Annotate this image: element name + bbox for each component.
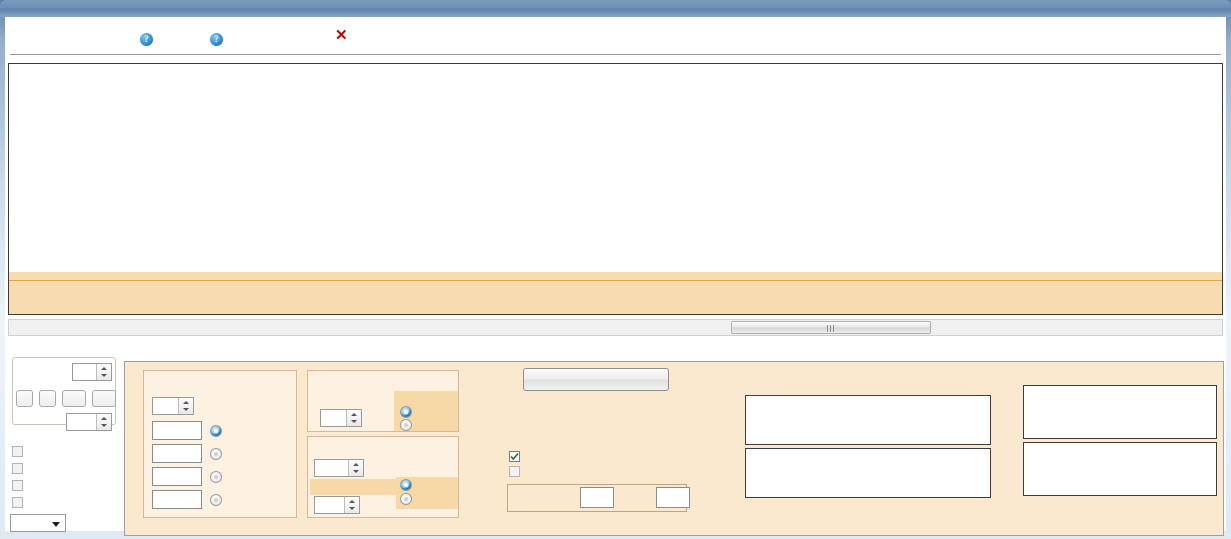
chevron-down-icon[interactable] xyxy=(52,522,60,527)
radio-just-after-d[interactable] xyxy=(210,448,222,460)
light-curve-plot[interactable] xyxy=(8,63,1223,315)
spinner-arrows-icon[interactable] xyxy=(96,364,111,380)
menu-bar: ? ? ✕ xyxy=(10,20,1221,55)
check-mark-icon xyxy=(510,452,519,461)
region-value-just-before-d[interactable] xyxy=(152,421,202,440)
axis-line xyxy=(9,280,1222,281)
radio-just-before-d[interactable] xyxy=(210,425,222,437)
uncertainty-histogram-r[interactable] xyxy=(1023,442,1217,496)
tab-panel-analyse-event xyxy=(124,361,1224,536)
scrollbar-grip-icon xyxy=(827,325,835,332)
checkbox-icon[interactable] xyxy=(509,451,520,462)
monte-carlo-trials-spinner[interactable] xyxy=(314,459,364,477)
noise-applied-highlight xyxy=(310,479,396,495)
checkbox-show-measurement-means[interactable] xyxy=(509,466,525,479)
checkbox-icon[interactable] xyxy=(12,497,23,508)
checkbox-show-cross-correlation[interactable] xyxy=(509,451,525,464)
num-transitions-spinner[interactable] xyxy=(320,409,362,427)
scroll-right-arrow-icon[interactable] xyxy=(1205,320,1221,335)
plot-canvas[interactable] xyxy=(9,64,1222,272)
checkbox-comparison-star-1[interactable] xyxy=(12,446,28,459)
close-x-icon: ✕ xyxy=(335,27,348,44)
region-value-just-after-r[interactable] xyxy=(152,490,202,509)
scale-btn-10[interactable] xyxy=(62,390,86,407)
scale-btn-5[interactable] xyxy=(39,390,56,407)
radio-variance[interactable] xyxy=(400,406,412,418)
std-dev-limit-spinner[interactable] xyxy=(314,496,360,514)
menu-hints-and-tips[interactable]: ? xyxy=(210,28,227,46)
spinner-arrows-icon[interactable] xyxy=(344,497,359,513)
checkbox-background[interactable] xyxy=(12,497,28,510)
checkbox-comparison-star-3[interactable] xyxy=(12,480,28,493)
radio-test-signal[interactable] xyxy=(400,479,412,491)
chi-histogram-r[interactable] xyxy=(745,448,991,498)
radio-just-before-r[interactable] xyxy=(210,471,222,483)
title-bar xyxy=(0,0,1231,17)
menu-exit[interactable]: ✕ xyxy=(335,26,353,44)
plot-horizontal-scrollbar[interactable] xyxy=(8,319,1223,336)
analysis-tab-control xyxy=(124,340,1224,536)
checkbox-icon[interactable] xyxy=(509,466,520,477)
plot-scale-panel xyxy=(8,340,120,536)
checkbox-icon[interactable] xyxy=(12,463,23,474)
scrollbar-thumb[interactable] xyxy=(731,321,931,334)
checkbox-icon[interactable] xyxy=(12,446,23,457)
tab-strip xyxy=(124,340,1224,361)
get-event-locations-button[interactable] xyxy=(523,368,669,391)
spinner-arrows-icon[interactable] xyxy=(96,414,111,430)
region-value-just-after-d[interactable] xyxy=(152,444,202,463)
radio-measured[interactable] xyxy=(400,493,412,505)
uncertainty-histogram-d[interactable] xyxy=(1023,385,1217,439)
spinner-arrows-icon[interactable] xyxy=(346,410,361,426)
sn-at-d-value[interactable] xyxy=(580,487,614,508)
question-mark-icon: ? xyxy=(210,33,223,46)
radio-std-devn[interactable] xyxy=(400,419,412,431)
adjust-regions-group xyxy=(143,370,297,518)
horizontal-scale-spinner[interactable] xyxy=(72,363,112,381)
checkbox-comparison-star-2[interactable] xyxy=(12,463,28,476)
spinner-arrows-icon[interactable] xyxy=(178,398,193,414)
question-mark-icon: ? xyxy=(140,33,153,46)
lower-panel xyxy=(0,337,1231,539)
scale-btn-1[interactable] xyxy=(16,390,33,407)
points-outside-spinner[interactable] xyxy=(152,397,194,415)
region-value-just-before-r[interactable] xyxy=(152,467,202,486)
menu-help[interactable]: ? xyxy=(140,28,157,46)
chi-square-analysis-group xyxy=(307,370,459,432)
application-window: ? ? ✕ xyxy=(0,0,1231,539)
scale-btn-15[interactable] xyxy=(92,390,116,407)
plot-x-axis xyxy=(9,272,1222,314)
chi-histogram-d[interactable] xyxy=(745,395,991,445)
sn-at-r-value[interactable] xyxy=(656,487,690,508)
radio-just-after-r[interactable] xyxy=(210,494,222,506)
point-average-dropdown[interactable] xyxy=(10,514,66,532)
scroll-left-arrow-icon[interactable] xyxy=(10,320,26,335)
monte-carlo-group xyxy=(307,436,459,518)
checkbox-icon[interactable] xyxy=(12,480,23,491)
spinner-arrows-icon[interactable] xyxy=(348,460,363,476)
vertical-scale-spinner[interactable] xyxy=(66,413,112,431)
